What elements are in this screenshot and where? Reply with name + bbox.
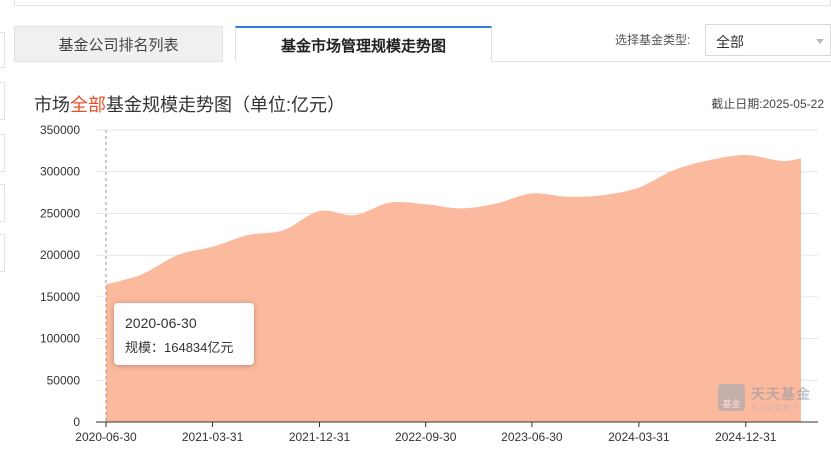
y-tick-label: 300000 [40, 165, 80, 179]
tooltip-date: 2020-06-30 [125, 315, 197, 331]
watermark-tagline: 东方财富旗下 [751, 405, 799, 412]
tiantian-fund-watermark: 基金 天天基金 东方财富旗下 [718, 384, 818, 414]
x-tick-label: 2021-12-31 [289, 430, 351, 444]
y-tick-label: 50000 [47, 373, 81, 387]
x-tick-label: 2021-03-31 [182, 430, 244, 444]
scale-trend-chart[interactable]: 0 50000 100000 150000 200000 250000 300000 3500… [0, 0, 831, 454]
y-tick-label: 250000 [40, 206, 80, 220]
scale-area-series [106, 155, 801, 422]
chart-tooltip: 2020-06-30 规模：164834亿元 [114, 303, 254, 365]
watermark-badge: 基金 [718, 384, 745, 411]
tooltip-value: 规模：164834亿元 [125, 340, 234, 355]
y-tick-label: 100000 [40, 332, 80, 346]
y-tick-label: 350000 [40, 123, 80, 137]
x-tick-label: 2023-06-30 [501, 430, 563, 444]
y-tick-label: 200000 [40, 248, 80, 262]
watermark-brand: 天天基金 [751, 386, 811, 402]
y-tick-label: 0 [73, 415, 80, 429]
y-tick-label: 150000 [40, 290, 80, 304]
x-tick-label: 2024-12-31 [715, 430, 777, 444]
x-tick-label: 2020-06-30 [75, 430, 137, 444]
x-tick-label: 2024-03-31 [608, 430, 670, 444]
x-tick-label: 2022-09-30 [395, 430, 457, 444]
